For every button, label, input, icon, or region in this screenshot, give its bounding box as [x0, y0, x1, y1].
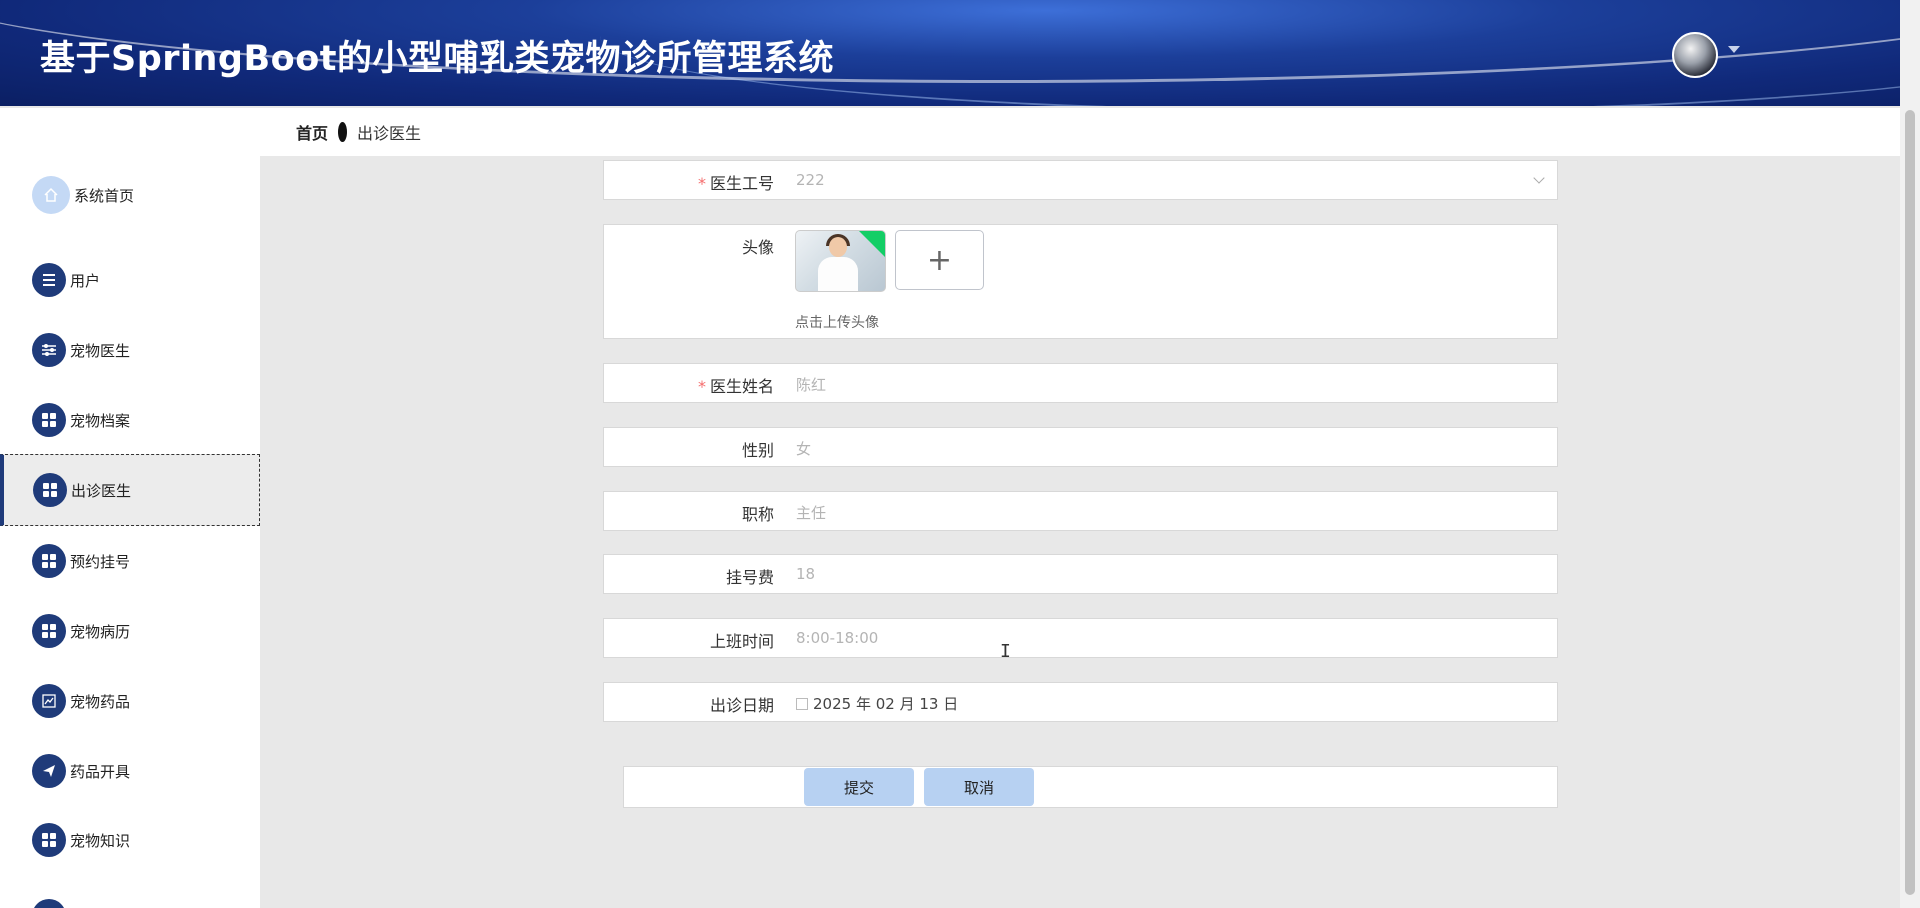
form-row-doctor-id: * 医生工号 222 — [603, 160, 1558, 200]
doctor-photo-body — [818, 257, 858, 291]
scrollbar-thumb[interactable] — [1905, 110, 1915, 895]
submit-button[interactable]: 提交 — [804, 768, 914, 806]
avatar-label: 头像 — [741, 238, 774, 257]
form-row-avatar: 头像 + 点击上传头像 — [603, 224, 1558, 339]
breadcrumb-home[interactable]: 首页 — [296, 120, 328, 144]
sidebar-item-users[interactable]: 用户 — [0, 245, 260, 315]
form-actions: 提交 取消 — [623, 766, 1558, 808]
form-row-work-time: 上班时间 8:00-18:00 — [603, 618, 1558, 658]
grid-icon — [32, 614, 66, 648]
sidebar-item-label: 宠物医生 — [70, 341, 131, 360]
title-input[interactable]: 主任 — [796, 502, 826, 523]
visit-date-picker[interactable]: 2025 年 02 月 13 日 — [796, 693, 958, 714]
page-scrollbar[interactable] — [1900, 0, 1920, 908]
fee-input[interactable]: 18 — [796, 565, 815, 583]
sidebar-item-label: 宠物药品 — [70, 692, 131, 711]
sliders-icon — [32, 333, 66, 367]
sidebar-item-medicines[interactable]: 宠物药品 — [0, 666, 260, 736]
doctor-id-select[interactable]: 222 — [796, 171, 825, 189]
sidebar-item-home[interactable]: 系统首页 — [0, 160, 260, 230]
required-mark: * — [697, 377, 706, 396]
sidebar-item-label: 系统首页 — [74, 186, 135, 205]
app-title: 基于SpringBoot的小型哺乳类宠物诊所管理系统 — [40, 39, 834, 79]
home-icon — [32, 176, 70, 214]
grid-icon — [32, 823, 66, 857]
title-label: 职称 — [741, 505, 774, 524]
fee-label: 挂号费 — [725, 568, 774, 587]
avatar-upload-button[interactable]: + — [895, 230, 984, 290]
sidebar-item-appointments[interactable]: 预约挂号 — [0, 526, 260, 596]
sidebar-item-label: 出诊医生 — [71, 481, 132, 500]
sidebar-item-label: 宠物病历 — [70, 622, 131, 641]
calendar-icon — [796, 698, 808, 710]
gender-label: 性别 — [741, 441, 774, 460]
work-time-label: 上班时间 — [709, 632, 774, 651]
doctor-name-label-text: 医生姓名 — [709, 377, 774, 396]
sidebar-item-label: 宠物档案 — [70, 411, 131, 430]
work-time-input[interactable]: 8:00-18:00 — [796, 629, 878, 647]
sidebar-item-label: 药品开具 — [70, 762, 131, 781]
form-row-fee: 挂号费 18 — [603, 554, 1558, 594]
sidebar-item-label: 用户 — [70, 271, 101, 290]
grid-icon — [32, 403, 66, 437]
avatar-upload-tip: 点击上传头像 — [795, 315, 879, 331]
breadcrumb: 首页 出诊医生 — [260, 108, 1900, 156]
grid-icon — [33, 473, 67, 507]
sidebar-item-medical-records[interactable]: 宠物病历 — [0, 596, 260, 666]
cancel-button[interactable]: 取消 — [924, 768, 1034, 806]
doctor-id-label: * 医生工号 — [604, 170, 774, 194]
breadcrumb-current: 出诊医生 — [357, 124, 422, 143]
form-row-doctor-name: * 医生姓名 陈红 — [603, 363, 1558, 403]
send-icon — [32, 754, 66, 788]
sidebar: 系统首页 用户 宠物医生 宠物档案 出诊医生 预约挂号 宠物病历 宠物药品 药品… — [0, 108, 260, 908]
chart-icon — [32, 684, 66, 718]
doctor-name-label: * 医生姓名 — [604, 373, 774, 397]
grid-icon — [32, 544, 66, 578]
doctor-name-input[interactable]: 陈红 — [796, 374, 826, 395]
sidebar-item-visiting-doctors[interactable]: 出诊医生 — [0, 454, 260, 526]
form-row-title: 职称 主任 — [603, 491, 1558, 531]
sidebar-item-partial[interactable] — [0, 875, 260, 908]
text-cursor-icon: I — [1000, 641, 1011, 662]
required-mark: * — [697, 174, 706, 193]
doctor-id-label-text: 医生工号 — [709, 174, 774, 193]
grid-icon — [32, 899, 66, 908]
doctor-photo-head — [829, 237, 847, 257]
sidebar-item-label: 预约挂号 — [70, 552, 131, 571]
sidebar-item-pet-knowledge[interactable]: 宠物知识 — [0, 805, 260, 875]
sidebar-item-pet-doctors[interactable]: 宠物医生 — [0, 315, 260, 385]
form-row-gender: 性别 女 — [603, 427, 1558, 467]
breadcrumb-separator-icon — [338, 122, 348, 142]
list-icon — [32, 263, 66, 297]
chevron-down-icon[interactable] — [1728, 46, 1740, 53]
avatar-thumbnail[interactable] — [795, 230, 886, 292]
sidebar-item-pet-records[interactable]: 宠物档案 — [0, 385, 260, 455]
sidebar-item-label: 宠物知识 — [70, 831, 131, 850]
chevron-down-icon[interactable] — [1533, 172, 1545, 184]
visit-date-label: 出诊日期 — [709, 696, 774, 715]
sidebar-item-prescriptions[interactable]: 药品开具 — [0, 736, 260, 806]
user-avatar[interactable] — [1672, 32, 1718, 78]
gender-input[interactable]: 女 — [796, 438, 811, 459]
app-header: 基于SpringBoot的小型哺乳类宠物诊所管理系统 — [0, 0, 1900, 106]
form-row-visit-date: 出诊日期 2025 年 02 月 13 日 — [603, 682, 1558, 722]
upload-success-badge-icon — [859, 231, 885, 257]
visit-date-value: 2025 年 02 月 13 日 — [813, 695, 959, 713]
